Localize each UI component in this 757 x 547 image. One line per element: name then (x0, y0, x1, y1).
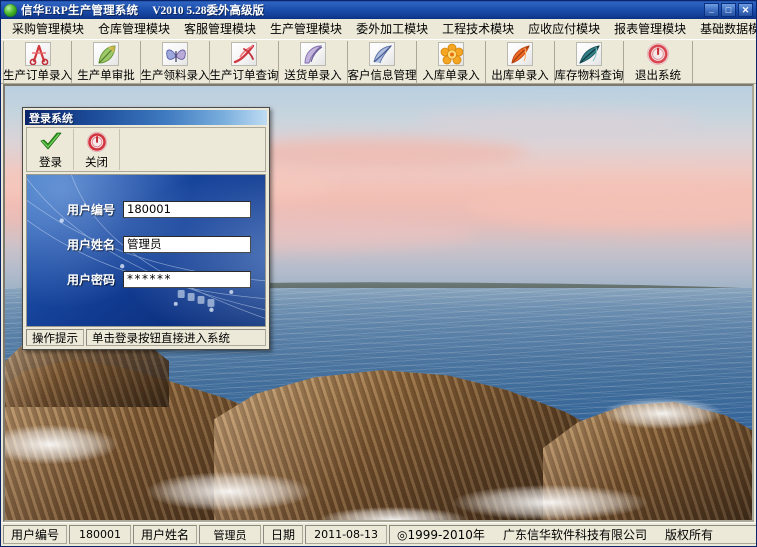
application-window: 信华ERP生产管理系统 V2010 5.28委外高级版 _ □ ✕ 采购管理模块… (0, 0, 757, 547)
globe-icon (4, 3, 17, 17)
statusbar-user-name-value: 管理员 (199, 525, 262, 544)
menu-item-customer[interactable]: 客服管理模块 (177, 18, 263, 39)
user-name-label: 用户姓名 (66, 238, 115, 252)
toolbar-label: 生产单审批 (77, 68, 135, 82)
toolbar-button-inventory-query[interactable]: 库存物料查询 (555, 41, 624, 83)
statusbar-date-value: 2011-08-13 (305, 525, 388, 544)
login-button[interactable]: 登录 (28, 129, 74, 170)
statusbar-date-label: 日期 (263, 525, 304, 544)
toolbar-label: 出库单录入 (491, 68, 549, 82)
form-row-user-id: 用户编号 180001 (45, 201, 251, 218)
mdi-client-area: 登录系统 登录 关闭 用户编号 180001 用户姓名 管理员 用户密码 ***… (3, 84, 754, 522)
statusbar-user-id-label: 用户编号 (3, 525, 68, 544)
toolbar-label: 客户信息管理 (347, 68, 417, 82)
red-power-icon (86, 129, 108, 154)
login-dialog-title: 登录系统 (29, 111, 73, 125)
login-dialog-toolbar: 登录 关闭 (26, 127, 266, 172)
toolbar-button-production-approval[interactable]: 生产单审批 (72, 41, 141, 83)
toolbar-button-material-requisition-entry[interactable]: 生产领料录入 (141, 41, 210, 83)
toolbar-button-outbound-entry[interactable]: 出库单录入 (486, 41, 555, 83)
close-dialog-button-label: 关闭 (85, 155, 108, 169)
statusbar-user-name-label: 用户姓名 (133, 525, 198, 544)
maximize-button[interactable]: □ (721, 3, 736, 17)
statusbar-rights: 版权所有 (664, 528, 713, 542)
close-dialog-button[interactable]: 关闭 (74, 129, 120, 170)
statusbar-copyright: ◎1999-2010年 (397, 528, 485, 542)
toolbar-label: 送货单录入 (284, 68, 342, 82)
user-id-label: 用户编号 (66, 203, 115, 217)
toolbar-button-production-order-query[interactable]: 生产订单查询 (210, 41, 279, 83)
menu-item-reports[interactable]: 报表管理模块 (607, 18, 693, 39)
menu-item-production[interactable]: 生产管理模块 (263, 18, 349, 39)
form-row-user-name: 用户姓名 管理员 (45, 236, 251, 253)
toolbar-button-inbound-entry[interactable]: 入库单录入 (417, 41, 486, 83)
toolbar-label: 入库单录入 (422, 68, 480, 82)
statusbar-user-id-value: 180001 (69, 525, 132, 544)
statusbar-company: 广东信华软件科技有限公司 (502, 528, 647, 542)
window-titlebar: 信华ERP生产管理系统 V2010 5.28委外高级版 _ □ ✕ (1, 1, 756, 19)
orange-feather-icon (507, 42, 533, 66)
login-dialog-body: 用户编号 180001 用户姓名 管理员 用户密码 ****** (26, 174, 266, 327)
user-password-input[interactable]: ****** (123, 271, 251, 288)
red-ribbon-icon (231, 42, 257, 66)
green-leaf-icon (93, 42, 119, 66)
user-id-input[interactable]: 180001 (123, 201, 251, 218)
menu-bar: 采购管理模块 仓库管理模块 客服管理模块 生产管理模块 委外加工模块 工程技术模… (1, 19, 756, 39)
toolbar-label: 生产订单录入 (3, 68, 72, 82)
login-toolbar-filler (120, 129, 264, 170)
login-button-label: 登录 (39, 155, 62, 169)
window-title: 信华ERP生产管理系统 (21, 5, 139, 17)
toolbar-label: 生产订单查询 (209, 68, 279, 82)
toolbar-button-customer-info-management[interactable]: 客户信息管理 (348, 41, 417, 83)
red-scissors-icon (24, 42, 51, 66)
login-dialog-titlebar: 登录系统 (25, 110, 267, 125)
login-dialog: 登录系统 登录 关闭 用户编号 180001 用户姓名 管理员 用户密码 ***… (22, 107, 270, 350)
toolbar-button-exit-system[interactable]: 退出系统 (624, 41, 693, 83)
form-row-user-password: 用户密码 ****** (45, 271, 251, 288)
menu-item-receivables[interactable]: 应收应付模块 (521, 18, 607, 39)
menu-item-warehouse[interactable]: 仓库管理模块 (91, 18, 177, 39)
user-name-input[interactable]: 管理员 (123, 236, 251, 253)
toolbar-button-delivery-note-entry[interactable]: 送货单录入 (279, 41, 348, 83)
menu-item-engineering[interactable]: 工程技术模块 (435, 18, 521, 39)
main-toolbar: 生产订单录入 生产单审批 生产领料录入 生产订单查询 送货单录入 客户信息管理 … (1, 39, 756, 84)
green-check-icon (38, 129, 64, 154)
login-hint-label: 操作提示 (26, 329, 84, 346)
menu-item-outsourcing[interactable]: 委外加工模块 (349, 18, 435, 39)
toolbar-label: 退出系统 (635, 68, 681, 82)
user-password-label: 用户密码 (66, 273, 115, 287)
teal-quill-icon (576, 42, 602, 66)
main-statusbar: 用户编号 180001 用户姓名 管理员 日期 2011-08-13 ◎1999… (1, 522, 756, 546)
blue-butterfly-icon (162, 42, 188, 66)
toolbar-button-production-order-entry[interactable]: 生产订单录入 (3, 41, 72, 83)
toolbar-label: 库存物料查询 (554, 68, 624, 82)
power-off-icon (645, 42, 671, 66)
menu-item-basicdata[interactable]: 基础数据模块 (693, 18, 756, 39)
purple-swirl-icon (300, 42, 326, 66)
window-version: V2010 5.28委外高级版 (152, 5, 265, 17)
minimize-button[interactable]: _ (704, 3, 719, 17)
statusbar-copyright-cell: ◎1999-2010年 广东信华软件科技有限公司 版权所有 (389, 525, 756, 544)
close-button[interactable]: ✕ (738, 3, 753, 17)
toolbar-label: 生产领料录入 (140, 68, 210, 82)
orange-flower-icon (438, 42, 464, 66)
window-controls: _ □ ✕ (704, 3, 753, 17)
login-dialog-statusbar: 操作提示 单击登录按钮直接进入系统 (26, 329, 266, 346)
blue-wave-icon (369, 42, 395, 66)
menu-item-purchasing[interactable]: 采购管理模块 (5, 18, 91, 39)
login-hint-text: 单击登录按钮直接进入系统 (86, 329, 266, 346)
